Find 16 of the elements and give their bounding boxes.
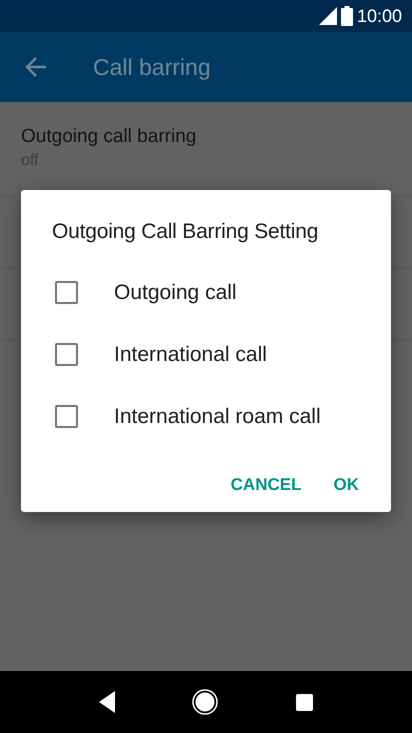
battery-icon [340, 6, 353, 26]
dialog-title: Outgoing Call Barring Setting [51, 219, 320, 245]
back-icon[interactable] [98, 691, 115, 713]
home-icon[interactable] [192, 689, 218, 715]
signal-icon [318, 7, 337, 25]
recents-icon[interactable] [296, 694, 314, 710]
cancel-button[interactable]: CANCEL [220, 466, 312, 503]
checkbox[interactable] [55, 343, 78, 366]
screen-title: Call barring [93, 52, 211, 82]
clock: 10:00 [356, 4, 402, 28]
ok-button[interactable]: OK [324, 466, 369, 503]
checkbox[interactable] [55, 281, 78, 304]
option-label[interactable]: International roam call [114, 400, 321, 432]
option-label[interactable]: Outgoing call [114, 276, 237, 308]
option-label[interactable]: International call [114, 338, 267, 370]
checkbox[interactable] [55, 405, 78, 428]
